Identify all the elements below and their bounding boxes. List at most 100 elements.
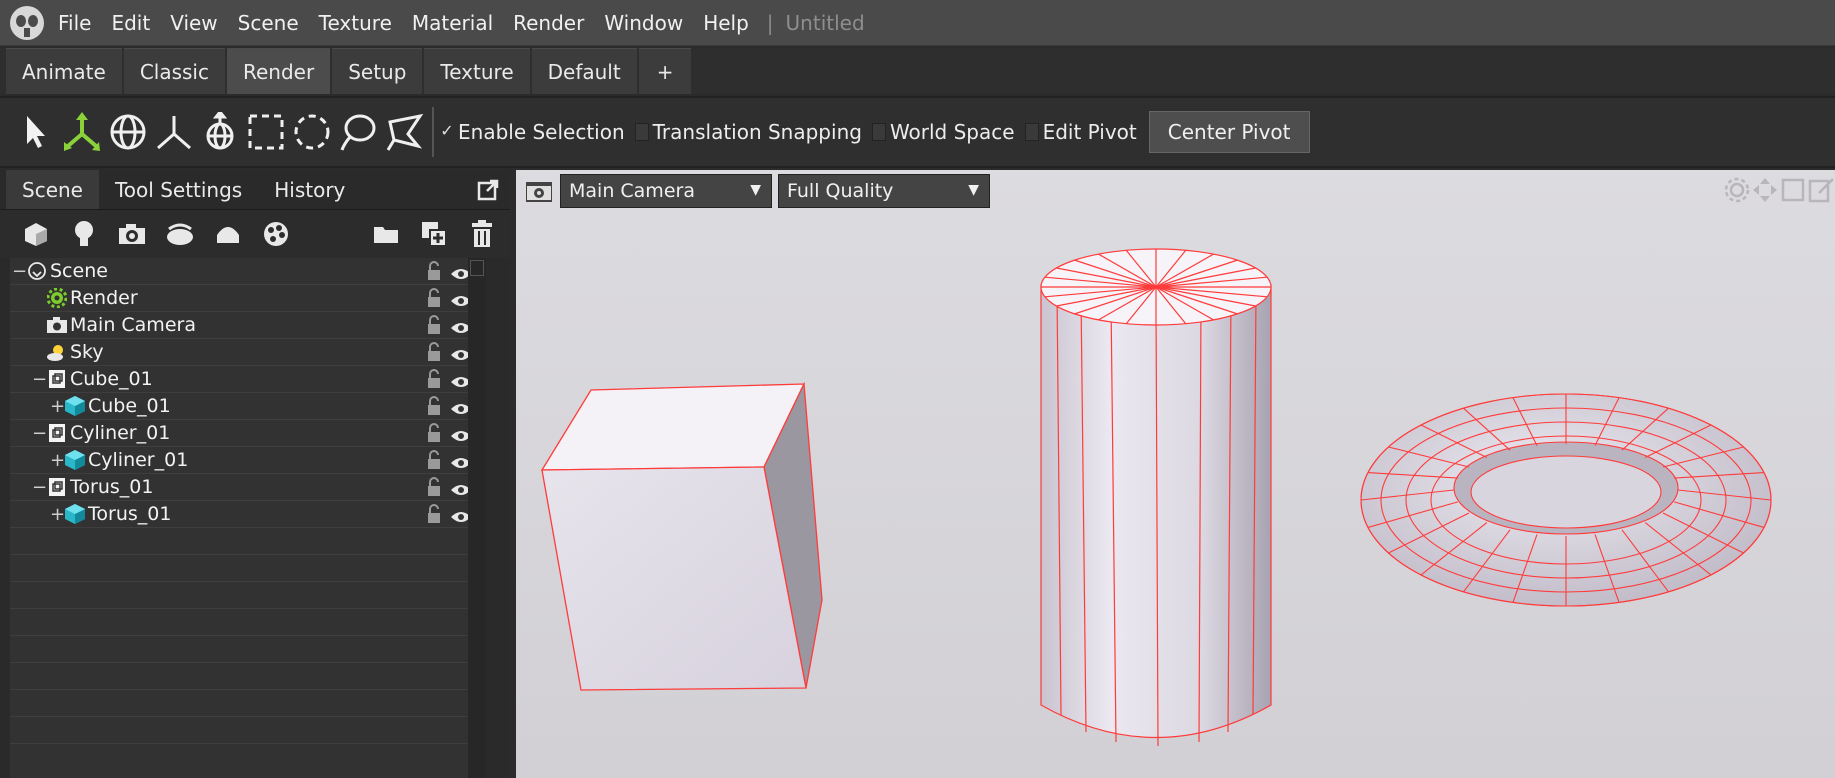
folder-icon[interactable] xyxy=(362,214,410,254)
cylinder-object xyxy=(1040,248,1272,747)
tree-row[interactable]: − Scene xyxy=(10,258,486,285)
collapse-toggle[interactable]: − xyxy=(32,369,47,390)
menu-scene[interactable]: Scene xyxy=(228,0,309,46)
lock-icon[interactable] xyxy=(426,450,442,470)
layout-tab-animate[interactable]: Animate xyxy=(6,48,122,94)
mesh-cube-icon xyxy=(64,449,86,471)
toolbar-divider xyxy=(432,107,434,157)
menu-edit[interactable]: Edit xyxy=(101,0,160,46)
tab-tool-settings[interactable]: Tool Settings xyxy=(99,170,258,209)
edit-icon[interactable] xyxy=(1807,176,1835,204)
lock-icon[interactable] xyxy=(426,477,442,497)
empty-tree-row xyxy=(10,636,486,663)
circle-select-icon[interactable] xyxy=(290,106,334,158)
tree-row[interactable]: + Cyliner_01 xyxy=(10,447,486,474)
collapse-toggle[interactable]: − xyxy=(32,423,47,444)
menu-view[interactable]: View xyxy=(160,0,227,46)
menu-window[interactable]: Window xyxy=(594,0,693,46)
camera-select[interactable]: Main Camera ▼ xyxy=(560,174,772,208)
tree-scrollbar[interactable] xyxy=(468,258,486,778)
menu-file[interactable]: File xyxy=(48,0,101,46)
camera-view-icon[interactable] xyxy=(526,180,552,202)
scroll-up-button[interactable] xyxy=(470,260,484,276)
maximize-icon[interactable] xyxy=(1779,176,1807,204)
collapse-toggle[interactable]: − xyxy=(32,477,47,498)
lock-icon[interactable] xyxy=(426,369,442,389)
trash-icon[interactable] xyxy=(458,214,506,254)
layout-tab-texture[interactable]: Texture xyxy=(424,48,530,94)
move-axes-icon[interactable] xyxy=(60,106,104,158)
expand-toggle[interactable]: + xyxy=(50,396,65,417)
menu-help[interactable]: Help xyxy=(693,0,759,46)
add-texture-palette-icon[interactable] xyxy=(252,214,300,254)
tree-row-label: Torus_01 xyxy=(88,503,172,525)
edit-pivot-label: Edit Pivot xyxy=(1042,120,1137,144)
gear-icon[interactable] xyxy=(1723,176,1751,204)
menu-render[interactable]: Render xyxy=(503,0,594,46)
empty-tree-row xyxy=(10,555,486,582)
center-pivot-button[interactable]: Center Pivot xyxy=(1148,111,1310,153)
quality-select[interactable]: Full Quality ▼ xyxy=(778,174,990,208)
tree-row[interactable]: Main Camera xyxy=(10,312,486,339)
expand-toggle[interactable]: + xyxy=(50,450,65,471)
lock-icon[interactable] xyxy=(426,288,442,308)
menu-material[interactable]: Material xyxy=(402,0,503,46)
lock-icon[interactable] xyxy=(426,396,442,416)
add-mesh-icon[interactable] xyxy=(12,214,60,254)
mesh-cube-icon xyxy=(64,503,86,525)
menu-separator: | xyxy=(766,10,774,35)
lasso-select-icon[interactable] xyxy=(336,106,380,158)
pan-arrows-icon[interactable] xyxy=(1751,176,1779,204)
poly-lasso-icon[interactable] xyxy=(382,106,426,158)
layout-tab-setup[interactable]: Setup xyxy=(332,48,423,94)
add-material-icon[interactable] xyxy=(204,214,252,254)
tree-row[interactable]: + Torus_01 xyxy=(10,501,486,528)
lock-icon[interactable] xyxy=(426,504,442,524)
layout-tab-render[interactable]: Render xyxy=(226,48,331,94)
tab-scene[interactable]: Scene xyxy=(6,170,99,209)
tree-row[interactable]: Sky xyxy=(10,339,486,366)
layout-tab-classic[interactable]: Classic xyxy=(123,48,225,94)
menu-texture[interactable]: Texture xyxy=(309,0,402,46)
3d-viewport[interactable]: Main Camera ▼ Full Quality ▼ xyxy=(516,170,1835,778)
app-logo-icon[interactable] xyxy=(6,2,48,44)
tree-row[interactable]: − Cyliner_01 xyxy=(10,420,486,447)
panel-tab-bar: Scene Tool Settings History xyxy=(0,170,510,210)
popout-icon[interactable] xyxy=(476,178,500,202)
viewport-scene[interactable] xyxy=(516,170,1835,778)
tree-row[interactable]: + Cube_01 xyxy=(10,393,486,420)
tree-row[interactable]: − Torus_01 xyxy=(10,474,486,501)
checkbox-box xyxy=(871,123,886,141)
scale-axes-icon[interactable] xyxy=(152,106,196,158)
torus-object xyxy=(1360,393,1772,607)
lock-icon[interactable] xyxy=(426,423,442,443)
scene-panel: Scene Tool Settings History − Scene Rend… xyxy=(0,170,510,778)
tab-history[interactable]: History xyxy=(258,170,361,209)
scene-toolbar xyxy=(0,210,510,258)
layout-tab-default[interactable]: Default xyxy=(531,48,637,94)
rect-select-icon[interactable] xyxy=(244,106,288,158)
add-light-icon[interactable] xyxy=(60,214,108,254)
world-space-checkbox[interactable]: World Space xyxy=(871,120,1015,144)
tree-row[interactable]: Render xyxy=(10,285,486,312)
empty-tree-row xyxy=(10,609,486,636)
rotate-globe-icon[interactable] xyxy=(106,106,150,158)
expand-toggle[interactable]: + xyxy=(50,504,65,525)
add-camera-icon[interactable] xyxy=(108,214,156,254)
enable-selection-checkbox[interactable]: ✓ Enable Selection xyxy=(440,120,624,144)
empty-tree-row xyxy=(10,717,486,744)
lock-icon[interactable] xyxy=(426,342,442,362)
empty-tree-row xyxy=(10,582,486,609)
group-add-icon[interactable] xyxy=(410,214,458,254)
tree-row-label: Cube_01 xyxy=(70,368,153,390)
tree-row[interactable]: − Cube_01 xyxy=(10,366,486,393)
edit-pivot-checkbox[interactable]: Edit Pivot xyxy=(1024,120,1137,144)
translation-snapping-checkbox[interactable]: Translation Snapping xyxy=(634,120,862,144)
lock-icon[interactable] xyxy=(426,315,442,335)
select-arrow-icon[interactable] xyxy=(14,106,58,158)
add-layout-tab-button[interactable]: + xyxy=(638,48,692,94)
lock-icon[interactable] xyxy=(426,261,442,281)
collapse-toggle[interactable]: − xyxy=(12,261,27,282)
add-sky-icon[interactable] xyxy=(156,214,204,254)
pivot-icon[interactable] xyxy=(198,106,242,158)
